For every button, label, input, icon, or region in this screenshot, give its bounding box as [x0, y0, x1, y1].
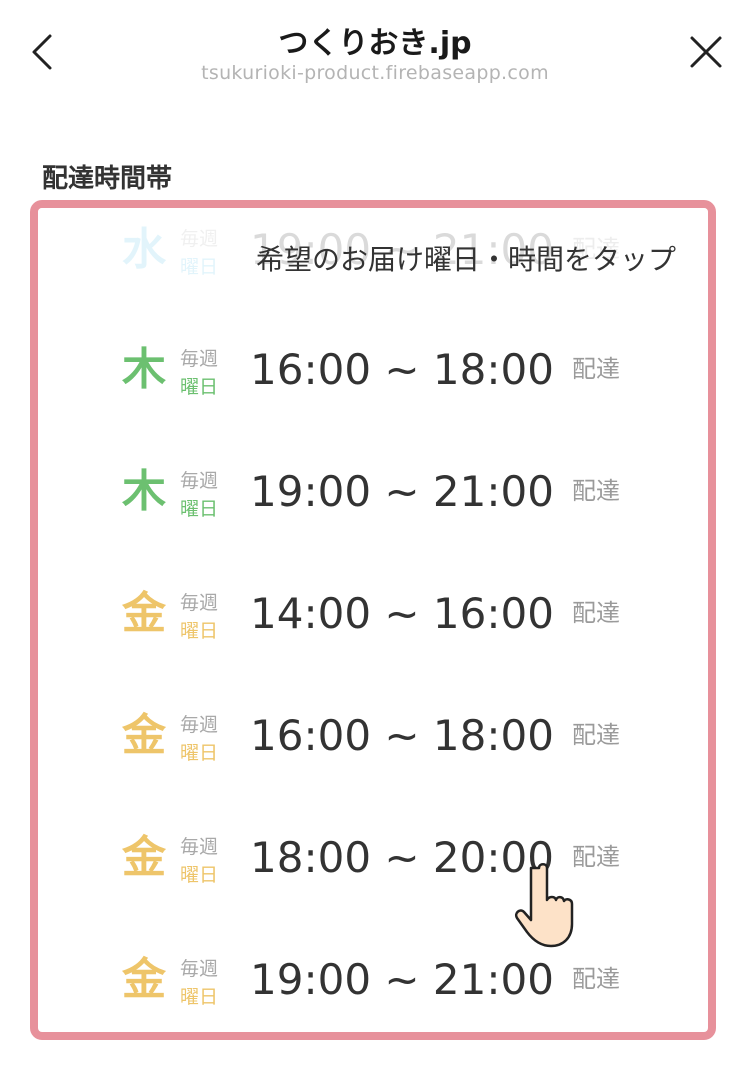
slot-weekly-label: 毎週 [180, 836, 219, 858]
slot-weekly-label: 毎週 [180, 714, 219, 736]
slot-day: 金 [122, 832, 166, 883]
slot-day: 木 [122, 466, 166, 517]
slot-weekly-label: 毎週 [180, 958, 219, 980]
slot-delivery-label: 配達 [572, 965, 620, 993]
slot-time: 16:00 ~ 18:00 [250, 345, 554, 394]
slot-delivery-label: 配達 [572, 477, 620, 505]
tap-hint: 希望のお届け曜日・時間をタップ [256, 243, 677, 276]
slot-weekly-label: 毎週 [180, 470, 219, 492]
slot-yobi-label: 曜日 [180, 742, 219, 764]
close-icon [690, 36, 722, 68]
slot-time: 14:00 ~ 16:00 [250, 589, 554, 638]
slot-day: 木 [122, 344, 166, 395]
delivery-slot-row[interactable]: 金毎週曜日 19:00 ~ 21:00 配達 [38, 938, 708, 1032]
slot-yobi-label: 曜日 [180, 986, 219, 1008]
slot-delivery-label: 配達 [572, 355, 620, 383]
browser-header: つくりおき.jp tsukurioki-product.firebaseapp.… [0, 0, 750, 100]
slot-time: 19:00 ~ 21:00 [250, 955, 554, 1004]
delivery-slot-row[interactable]: 木毎週曜日 16:00 ~ 18:00 配達 [38, 328, 708, 438]
slot-delivery-label: 配達 [572, 721, 620, 749]
page: つくりおき.jp tsukurioki-product.firebaseapp.… [0, 0, 750, 1069]
slot-weekly-label: 毎週 [180, 592, 219, 614]
delivery-slot-row[interactable]: 金毎週 曜日 18:00 ~ 20:00 配達 [38, 816, 708, 926]
delivery-slot-row[interactable]: 木毎週曜日 19:00 ~ 21:00 配達 [38, 450, 708, 560]
delivery-slot-row[interactable]: 金毎週曜日 16:00 ~ 18:00 配達 [38, 694, 708, 804]
slot-delivery-label: 配達 [572, 843, 620, 871]
page-title: つくりおき.jp [278, 26, 472, 61]
hand-pointer-icon [515, 863, 574, 948]
slot-delivery-label: 配達 [572, 599, 620, 627]
slot-day: 金 [122, 588, 166, 639]
slot-yobi-label: 曜日 [180, 864, 219, 886]
slot-time: 16:00 ~ 18:00 [250, 711, 554, 760]
delivery-slot-row[interactable]: 金毎週曜日 14:00 ~ 16:00 配達 [38, 572, 708, 682]
slot-day: 金 [122, 710, 166, 761]
close-button[interactable] [684, 30, 728, 74]
section-label: 配達時間帯 [42, 164, 173, 194]
delivery-slot-list: 水毎週曜日19:00 ~ 21:00配達木毎週曜日16:00 ~ 18:00配達… [30, 200, 716, 1040]
slot-day: 金 [122, 954, 166, 1005]
slot-time: 19:00 ~ 21:00 [250, 467, 554, 516]
hint-overlay: 希望のお届け曜日・時間をタップ [38, 208, 708, 292]
slot-yobi-label: 曜日 [180, 376, 219, 398]
page-url: tsukurioki-product.firebaseapp.com [201, 62, 549, 84]
slot-weekly-label: 毎週 [180, 348, 219, 370]
slot-yobi-label: 曜日 [180, 620, 219, 642]
slot-yobi-label: 曜日 [180, 498, 219, 520]
